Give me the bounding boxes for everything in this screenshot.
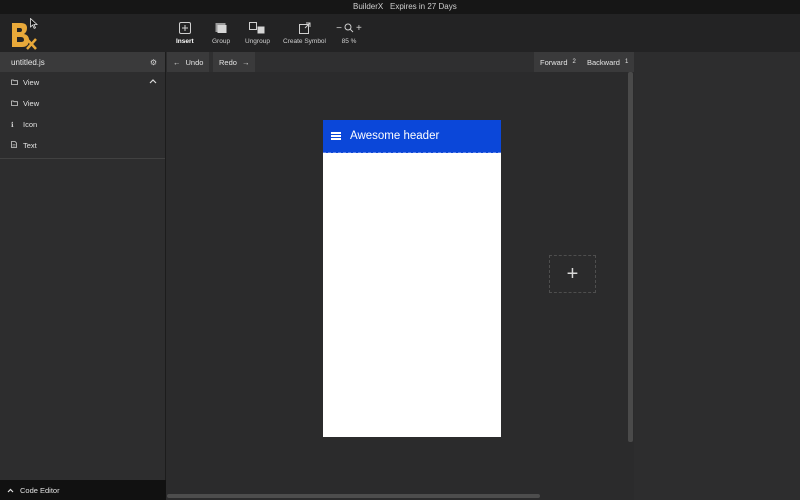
group-button[interactable]: Group — [212, 22, 230, 45]
backward-button[interactable]: Backward 1 — [581, 52, 635, 72]
insert-button[interactable]: Insert — [176, 22, 194, 45]
app-name: BuilderX — [353, 2, 384, 11]
tree-item-label: View — [23, 99, 40, 108]
tree-item-text[interactable]: Text — [0, 135, 165, 156]
forward-label: Forward — [540, 57, 568, 67]
folder-icon — [11, 100, 23, 108]
document-icon — [11, 141, 23, 150]
code-editor-toggle[interactable]: Code Editor — [0, 480, 166, 500]
code-editor-label: Code Editor — [20, 485, 60, 495]
info-icon: ℹ — [11, 121, 14, 129]
tree-item-label: Text — [23, 141, 37, 150]
history-bar: ← Undo Redo → Forward 2 Backward 1 — [167, 52, 635, 72]
tree-item-view-root[interactable]: View — [0, 72, 165, 93]
layer-tree: View View ℹ Icon Text — [0, 72, 165, 159]
redo-button[interactable]: Redo → — [213, 52, 256, 72]
undo-label: Undo — [185, 57, 204, 67]
zoom-in-icon[interactable]: + — [356, 23, 362, 34]
gear-icon[interactable]: ⚙ — [150, 58, 157, 67]
app-header[interactable]: Awesome header — [323, 120, 501, 153]
file-name[interactable]: untitled.js — [11, 58, 45, 67]
group-label: Group — [212, 38, 231, 45]
redo-label: Redo — [219, 57, 237, 67]
ungroup-label: Ungroup — [245, 38, 270, 45]
toolbar: Insert Group Ungroup Create Symbol − + 8… — [0, 14, 800, 52]
arrow-right-icon: → — [241, 57, 250, 67]
arrow-left-icon: ← — [173, 57, 181, 67]
horizontal-scrollbar[interactable] — [167, 494, 540, 498]
plus-icon: + — [566, 262, 579, 285]
zoom-level: 85 % — [341, 38, 357, 45]
properties-panel — [634, 52, 800, 500]
create-symbol-label: Create Symbol — [283, 38, 326, 45]
ungroup-button[interactable]: Ungroup — [245, 22, 270, 45]
tree-item-view-child[interactable]: View — [0, 93, 165, 114]
phone-artboard[interactable]: Awesome header — [323, 120, 501, 437]
header-title: Awesome header — [350, 130, 440, 142]
zoom-out-icon[interactable]: − — [336, 23, 342, 34]
plus-box-icon — [178, 22, 191, 34]
magnifier-icon — [344, 23, 354, 33]
tree-item-label: Icon — [23, 120, 38, 129]
tree-item-icon[interactable]: ℹ Icon — [0, 114, 165, 135]
forward-shortcut: 2 — [572, 59, 576, 65]
expiry-notice: Expires in 27 Days — [390, 2, 457, 11]
ungroup-icon — [249, 22, 265, 34]
forward-button[interactable]: Forward 2 — [534, 52, 582, 72]
insert-label: Insert — [176, 38, 194, 45]
folder-icon — [11, 79, 23, 87]
external-link-icon — [298, 22, 310, 34]
create-symbol-button[interactable]: Create Symbol — [283, 22, 326, 45]
zoom-control: − + 85 % — [332, 22, 366, 46]
chevron-up-icon[interactable] — [149, 78, 157, 84]
layers-sidebar: untitled.js ⚙ View View ℹ Icon Text Code… — [0, 52, 166, 500]
undo-button[interactable]: ← Undo — [167, 52, 210, 72]
hamburger-menu-icon[interactable] — [331, 131, 341, 142]
group-icon — [215, 23, 227, 33]
chevron-up-icon — [7, 488, 14, 492]
tree-item-label: View — [23, 78, 40, 87]
title-bar: BuilderX Expires in 27 Days — [0, 0, 800, 14]
file-header: untitled.js ⚙ — [0, 52, 165, 72]
mouse-cursor-icon — [30, 18, 38, 29]
vertical-scrollbar[interactable] — [628, 72, 633, 442]
backward-label: Backward — [587, 57, 620, 67]
backward-shortcut: 1 — [624, 59, 629, 65]
add-screen-button[interactable]: + — [549, 255, 596, 293]
